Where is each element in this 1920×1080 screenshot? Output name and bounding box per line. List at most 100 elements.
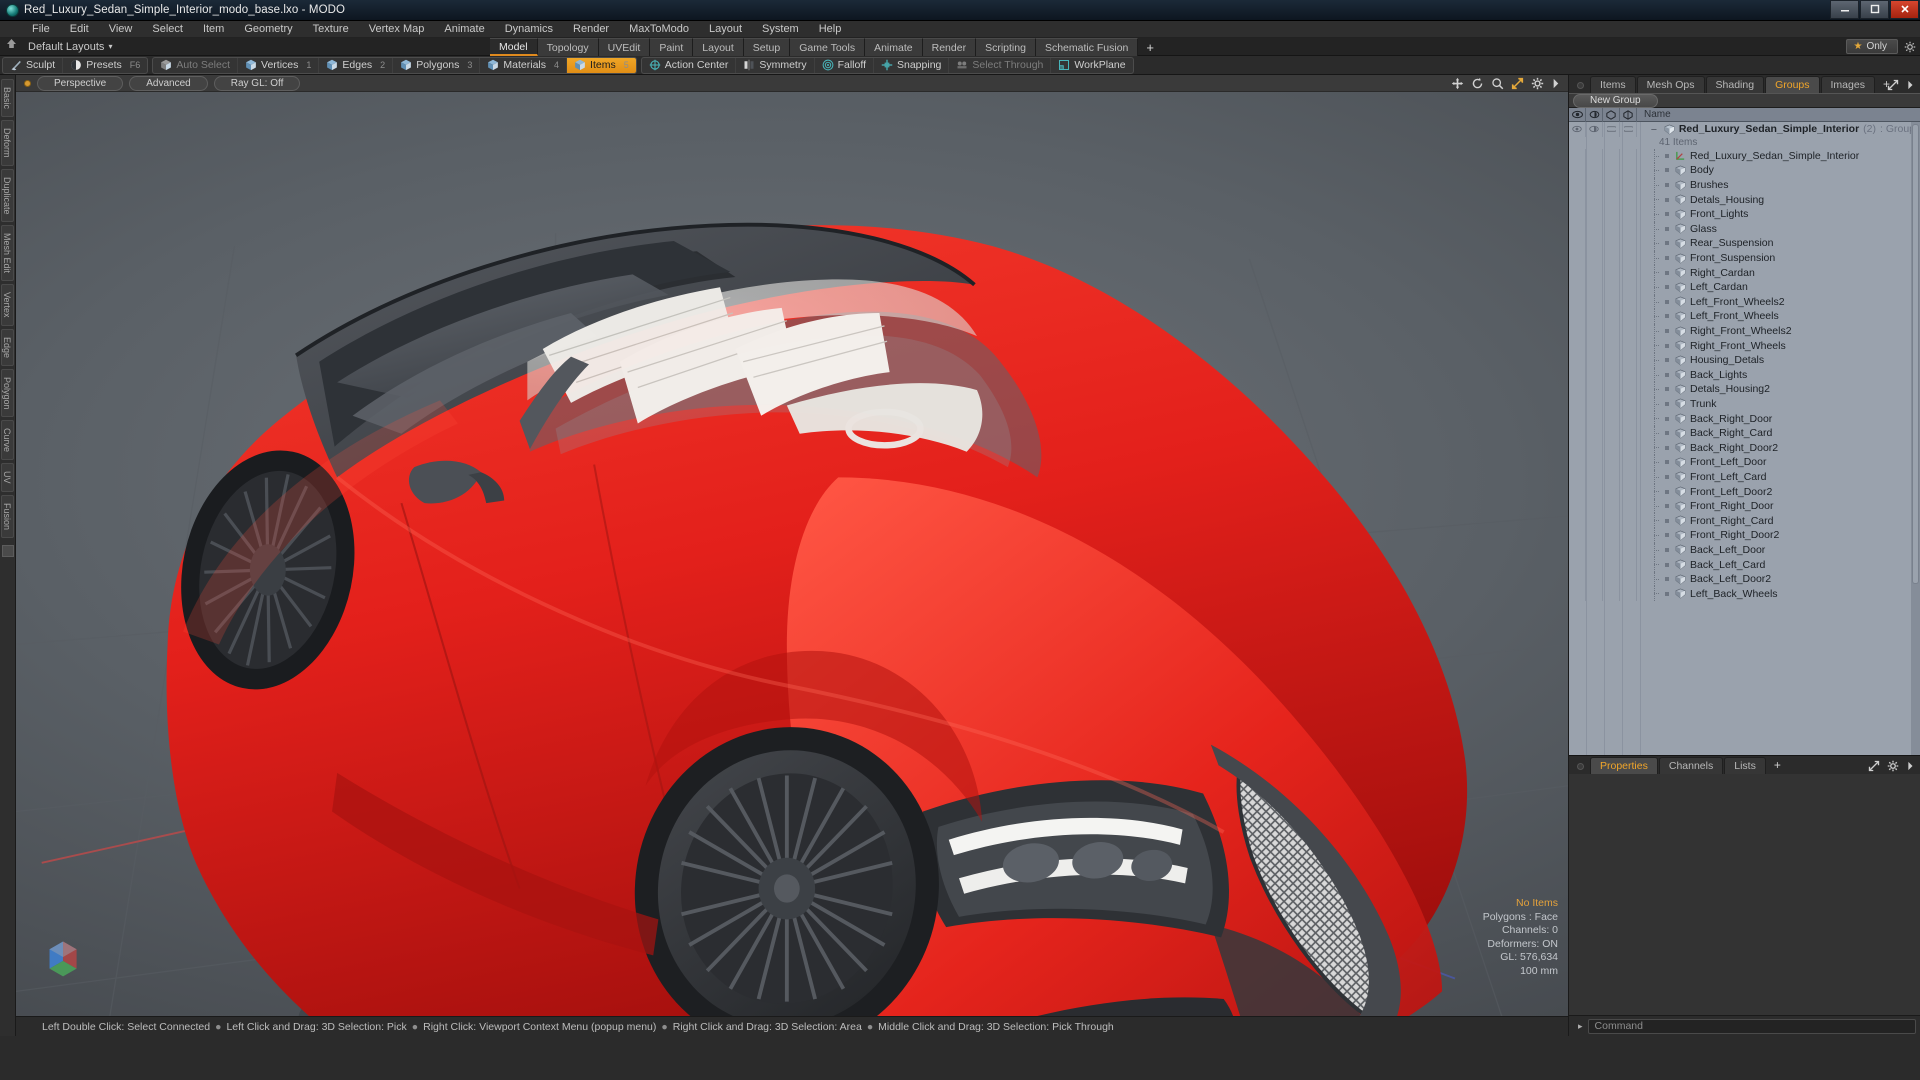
- row-cell[interactable]: [1603, 498, 1620, 514]
- left-strip-tab-polygon[interactable]: Polygon: [1, 368, 14, 418]
- eye-icon[interactable]: [1569, 107, 1586, 122]
- row-cell[interactable]: [1569, 294, 1586, 310]
- row-cell[interactable]: [1586, 367, 1603, 383]
- toolbar-workplane-button[interactable]: WorkPlane: [1051, 58, 1132, 73]
- row-shape-toggle-icon[interactable]: [1620, 122, 1637, 137]
- row-cell[interactable]: [1603, 352, 1620, 368]
- row-cell[interactable]: [1620, 250, 1637, 266]
- row-cell[interactable]: [1569, 177, 1586, 193]
- row-cell[interactable]: [1620, 148, 1637, 164]
- row-cell[interactable]: [1603, 469, 1620, 485]
- left-strip-tab-mesh edit[interactable]: Mesh Edit: [1, 225, 14, 282]
- menu-item-file[interactable]: File: [22, 21, 60, 38]
- fit-icon[interactable]: [1511, 77, 1524, 90]
- home-icon[interactable]: [0, 38, 22, 56]
- layout-tab-model[interactable]: Model: [490, 38, 538, 56]
- toolbar-auto-select-button[interactable]: Auto Select: [153, 57, 239, 73]
- row-cell[interactable]: [1586, 440, 1603, 456]
- row-cell[interactable]: [1603, 455, 1620, 470]
- chevron-down-icon[interactable]: ▾: [104, 42, 112, 51]
- row-cell[interactable]: [1603, 250, 1620, 266]
- row-cell[interactable]: [1603, 323, 1620, 339]
- strip-box-icon[interactable]: [1, 544, 14, 557]
- move-icon[interactable]: [1451, 77, 1464, 90]
- row-cell[interactable]: [1620, 513, 1637, 529]
- layout-tab-layout[interactable]: Layout: [693, 38, 744, 56]
- toolbar-symmetry-button[interactable]: Symmetry: [736, 57, 815, 73]
- row-cell[interactable]: [1586, 265, 1603, 280]
- item-list-row[interactable]: Left_Cardan: [1569, 279, 1920, 295]
- row-cell[interactable]: [1603, 367, 1620, 383]
- toolbar-sculpt-button[interactable]: Sculpt: [3, 57, 64, 73]
- row-cell[interactable]: [1620, 323, 1637, 339]
- row-cell[interactable]: [1569, 586, 1586, 601]
- add-tab-button[interactable]: +: [1767, 758, 1788, 774]
- row-cell[interactable]: [1620, 425, 1637, 441]
- tab-channels[interactable]: Channels: [1658, 757, 1724, 774]
- item-list-row[interactable]: Right_Front_Wheels: [1569, 338, 1920, 353]
- row-cell[interactable]: [1586, 411, 1603, 426]
- row-cell[interactable]: [1620, 455, 1637, 470]
- item-list-row[interactable]: Red_Luxury_Sedan_Simple_Interior: [1569, 148, 1920, 164]
- toolbar-items-button[interactable]: Items 5: [567, 57, 636, 73]
- viewport-raygl-button[interactable]: Ray GL: Off: [213, 75, 301, 91]
- row-cell[interactable]: [1620, 396, 1637, 412]
- item-list-row[interactable]: Front_Lights: [1569, 206, 1920, 222]
- item-list-row[interactable]: Back_Left_Door2: [1569, 571, 1920, 587]
- item-list-row[interactable]: Front_Right_Card: [1569, 513, 1920, 529]
- item-list-row[interactable]: Right_Cardan: [1569, 265, 1920, 280]
- row-cell[interactable]: [1620, 279, 1637, 295]
- tab-properties[interactable]: Properties: [1590, 757, 1658, 774]
- row-cell[interactable]: [1620, 265, 1637, 280]
- new-group-button[interactable]: New Group: [1573, 93, 1658, 108]
- item-list-row[interactable]: Front_Left_Door: [1569, 455, 1920, 470]
- row-cell[interactable]: [1586, 513, 1603, 529]
- row-cell[interactable]: [1569, 352, 1586, 368]
- chevron-right-icon[interactable]: [1906, 80, 1914, 90]
- row-cell[interactable]: [1603, 571, 1620, 587]
- row-cell[interactable]: [1620, 498, 1637, 514]
- row-cell[interactable]: [1569, 571, 1586, 587]
- menu-item-system[interactable]: System: [752, 21, 809, 38]
- row-cell[interactable]: [1603, 557, 1620, 572]
- row-cell[interactable]: [1603, 528, 1620, 543]
- layout-preset-label[interactable]: Default Layouts: [22, 41, 104, 53]
- toolbar-action-center-button[interactable]: Action Center: [642, 57, 737, 73]
- row-cell[interactable]: [1586, 309, 1603, 324]
- menu-item-vertex-map[interactable]: Vertex Map: [359, 21, 435, 38]
- chevron-right-icon[interactable]: [1551, 78, 1560, 89]
- item-list-row[interactable]: Trunk: [1569, 396, 1920, 412]
- item-list-scrollbar[interactable]: [1911, 122, 1920, 755]
- shape-outline-2-icon[interactable]: [1620, 107, 1637, 122]
- shape-outline-icon[interactable]: [1603, 107, 1620, 122]
- item-list-row[interactable]: Front_Right_Door2: [1569, 528, 1920, 543]
- item-list-row[interactable]: Detals_Housing: [1569, 192, 1920, 207]
- row-cell[interactable]: [1603, 440, 1620, 456]
- item-list-row[interactable]: Glass: [1569, 221, 1920, 237]
- layout-tab-topology[interactable]: Topology: [537, 38, 599, 56]
- row-cell[interactable]: [1603, 411, 1620, 426]
- row-cell[interactable]: [1569, 163, 1586, 178]
- row-render-visibility-icon[interactable]: [1586, 122, 1603, 137]
- row-cell[interactable]: [1620, 309, 1637, 324]
- row-cell[interactable]: [1603, 542, 1620, 558]
- item-list-row[interactable]: Body: [1569, 163, 1920, 178]
- item-list-row[interactable]: Front_Right_Door: [1569, 498, 1920, 514]
- item-list-row[interactable]: Back_Lights: [1569, 367, 1920, 383]
- row-cell[interactable]: [1569, 250, 1586, 266]
- row-cell[interactable]: [1569, 528, 1586, 543]
- row-cell[interactable]: [1620, 236, 1637, 251]
- toolbar-edges-button[interactable]: Edges 2: [319, 57, 394, 73]
- row-cell[interactable]: [1586, 484, 1603, 499]
- row-cell[interactable]: [1586, 192, 1603, 207]
- row-cell[interactable]: [1569, 440, 1586, 456]
- tab-groups[interactable]: Groups: [1765, 76, 1820, 93]
- row-cell[interactable]: [1620, 192, 1637, 207]
- viewport-active-dot-icon[interactable]: [24, 79, 31, 87]
- left-strip-tab-duplicate[interactable]: Duplicate: [1, 168, 14, 223]
- toolbar-materials-button[interactable]: Materials 4: [480, 57, 568, 73]
- row-cell[interactable]: [1569, 279, 1586, 295]
- row-cell[interactable]: [1569, 498, 1586, 514]
- row-cell[interactable]: [1586, 542, 1603, 558]
- item-list-row[interactable]: Front_Left_Card: [1569, 469, 1920, 485]
